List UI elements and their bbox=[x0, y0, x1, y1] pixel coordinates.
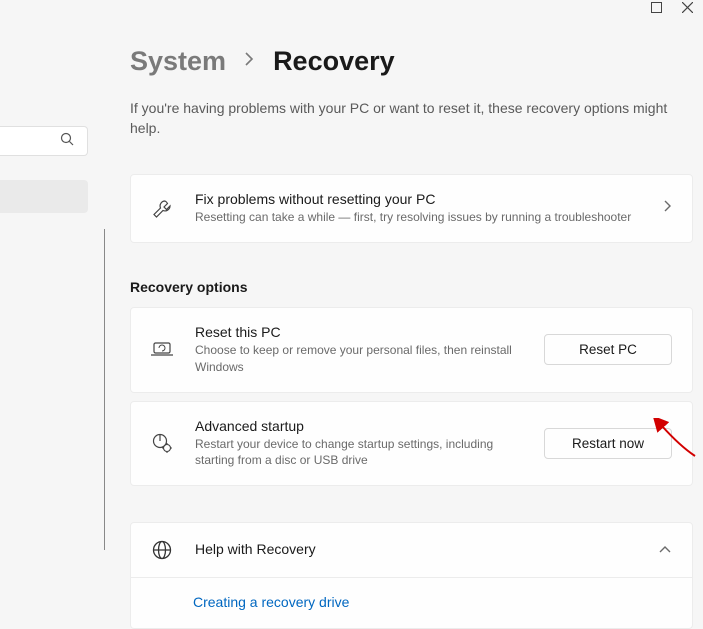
chevron-right-icon bbox=[244, 51, 255, 72]
reset-pc-card: Reset this PC Choose to keep or remove y… bbox=[130, 307, 693, 393]
help-recovery-title: Help with Recovery bbox=[195, 541, 636, 557]
main-content: Fix problems without resetting your PC R… bbox=[0, 138, 703, 629]
search-icon bbox=[60, 132, 74, 151]
page-subtitle: If you're having problems with your PC o… bbox=[0, 85, 703, 138]
creating-recovery-drive-link[interactable]: Creating a recovery drive bbox=[193, 594, 349, 610]
help-link-row: Creating a recovery drive bbox=[130, 578, 693, 629]
help-recovery-card[interactable]: Help with Recovery bbox=[130, 522, 693, 578]
reset-pc-title: Reset this PC bbox=[195, 324, 522, 340]
globe-icon bbox=[151, 539, 173, 561]
maximize-icon[interactable] bbox=[651, 0, 662, 18]
chevron-right-icon bbox=[663, 199, 672, 218]
content-divider bbox=[104, 229, 105, 550]
close-icon[interactable] bbox=[682, 0, 693, 18]
laptop-refresh-icon bbox=[151, 339, 173, 361]
advanced-startup-desc: Restart your device to change startup se… bbox=[195, 436, 522, 470]
breadcrumb-parent[interactable]: System bbox=[130, 46, 226, 77]
window-controls bbox=[641, 0, 703, 18]
troubleshoot-card[interactable]: Fix problems without resetting your PC R… bbox=[130, 174, 693, 243]
reset-pc-desc: Choose to keep or remove your personal f… bbox=[195, 342, 522, 376]
reset-pc-button[interactable]: Reset PC bbox=[544, 334, 672, 365]
advanced-startup-title: Advanced startup bbox=[195, 418, 522, 434]
power-gear-icon bbox=[151, 432, 173, 454]
restart-now-button[interactable]: Restart now bbox=[544, 428, 672, 459]
advanced-startup-card: Advanced startup Restart your device to … bbox=[130, 401, 693, 487]
wrench-icon bbox=[151, 198, 173, 220]
chevron-up-icon bbox=[658, 541, 672, 559]
recovery-options-heading: Recovery options bbox=[130, 251, 693, 307]
troubleshoot-desc: Resetting can take a while — first, try … bbox=[195, 209, 641, 226]
search-input[interactable] bbox=[0, 126, 88, 156]
breadcrumb: System Recovery bbox=[0, 0, 703, 85]
troubleshoot-title: Fix problems without resetting your PC bbox=[195, 191, 641, 207]
sidebar-active-item[interactable] bbox=[0, 180, 88, 213]
breadcrumb-current: Recovery bbox=[273, 46, 395, 77]
